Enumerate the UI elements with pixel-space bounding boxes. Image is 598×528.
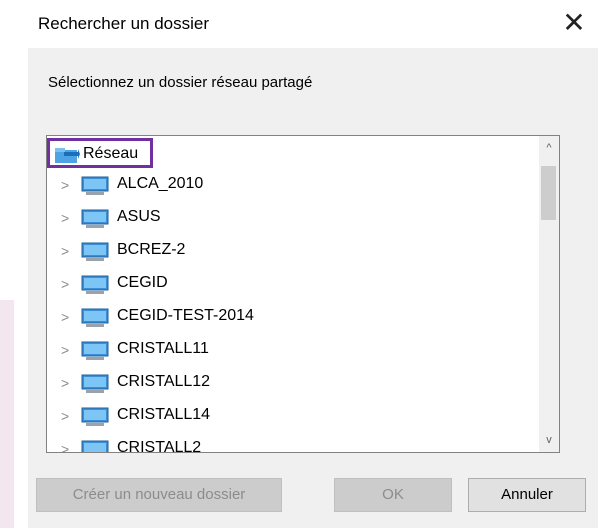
tree-item-label: CRISTALL12 [117,373,211,390]
ok-button[interactable]: OK [334,478,452,512]
tree-item[interactable]: > ALCA_2010 [47,170,537,202]
cancel-button[interactable]: Annuler [468,478,586,512]
dialog-title: Rechercher un dossier [38,14,210,33]
tree-item-label: CEGID [117,274,168,291]
new-folder-button[interactable]: Créer un nouveau dossier [36,478,282,512]
tree-item[interactable]: > CRISTALL14 [47,401,537,433]
tree-item-label: CRISTALL11 [117,340,209,357]
scroll-up-arrow-icon[interactable]: ^ [539,138,559,158]
expand-chevron-icon[interactable]: > [61,243,69,259]
computer-icon [81,407,109,426]
tree-item[interactable]: > CRISTALL12 [47,368,537,400]
tree-item-label: CEGID-TEST-2014 [117,307,254,324]
computer-icon [81,440,109,452]
folder-tree[interactable]: Réseau > ALCA_2010 > ASUS > BCREZ-2 > CEGID > CEG… [46,135,560,453]
network-folder-icon [55,148,80,163]
expand-chevron-icon[interactable]: > [61,408,69,424]
expand-chevron-icon[interactable]: > [61,177,69,193]
scroll-down-arrow-icon[interactable]: v [539,430,559,450]
close-icon: ✕ [562,7,586,38]
vertical-scrollbar[interactable]: ^ v [539,136,559,452]
tree-item-label: CRISTALL14 [117,406,211,423]
title-bar: Rechercher un dossier ✕ [14,0,598,48]
computer-icon [81,242,109,261]
expand-chevron-icon[interactable]: > [61,309,69,325]
computer-icon [81,308,109,327]
tree-item-label: BCREZ-2 [117,241,186,258]
computer-icon [81,341,109,360]
tree-item[interactable]: > CRISTALL11 [47,335,537,367]
tree-item[interactable]: > BCREZ-2 [47,236,537,268]
close-button[interactable]: ✕ [558,6,590,40]
computer-icon [81,176,109,195]
expand-chevron-icon[interactable]: > [61,342,69,358]
tree-root-label: Réseau [83,145,139,162]
tree-item[interactable]: > ASUS [47,203,537,235]
tree-item[interactable]: > CEGID [47,269,537,301]
tree-item[interactable]: > CEGID-TEST-2014 [47,302,537,334]
expand-chevron-icon[interactable]: > [61,375,69,391]
computer-icon [81,275,109,294]
scroll-thumb[interactable] [541,166,556,220]
computer-icon [81,209,109,228]
instruction-text: Sélectionnez un dossier réseau partagé [48,74,313,91]
tree-item-label: CRISTALL2 [117,439,202,453]
tree-item-label: ASUS [117,208,161,225]
expand-chevron-icon[interactable]: > [61,441,69,452]
computer-icon [81,374,109,393]
expand-chevron-icon[interactable]: > [61,210,69,226]
expand-chevron-icon[interactable]: > [61,276,69,292]
tree-root-item[interactable]: Réseau [47,138,153,168]
tree-item[interactable]: > CRISTALL2 [47,434,537,453]
tree-item-label: ALCA_2010 [117,175,204,192]
background-edge [0,300,14,528]
